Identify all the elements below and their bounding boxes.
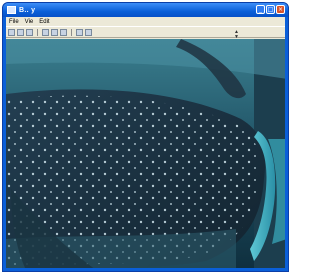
toolbar-separator [37, 28, 38, 36]
image-viewport[interactable] [6, 39, 285, 268]
image-viewer-window: B.. y _ □ × File Vie Edit ▲ ▼ [2, 2, 289, 272]
menu-bar: File Vie Edit [6, 17, 285, 26]
whale-shark-photo [6, 39, 285, 268]
next-icon[interactable] [85, 28, 92, 36]
menu-item-file[interactable]: File [9, 19, 19, 25]
window-controls: _ □ × [256, 5, 285, 14]
window-title: B.. y [19, 6, 36, 14]
maximize-button[interactable]: □ [266, 5, 275, 14]
client-area: File Vie Edit ▲ ▼ [6, 17, 285, 268]
menu-item-view[interactable]: Vie [25, 19, 34, 25]
title-bar[interactable]: B.. y _ □ × [3, 3, 288, 17]
save-icon[interactable] [17, 28, 24, 36]
fit-icon[interactable] [60, 28, 67, 36]
zoom-out-icon[interactable] [51, 28, 58, 36]
open-icon[interactable] [8, 28, 15, 36]
minimize-button[interactable]: _ [256, 5, 265, 14]
print-icon[interactable] [26, 28, 33, 36]
menu-item-edit[interactable]: Edit [39, 19, 49, 25]
toolbar [6, 26, 285, 38]
app-icon [7, 6, 16, 14]
prev-icon[interactable] [76, 28, 83, 36]
toolbar-separator [71, 28, 72, 36]
zoom-in-icon[interactable] [42, 28, 49, 36]
close-button[interactable]: × [276, 5, 285, 14]
